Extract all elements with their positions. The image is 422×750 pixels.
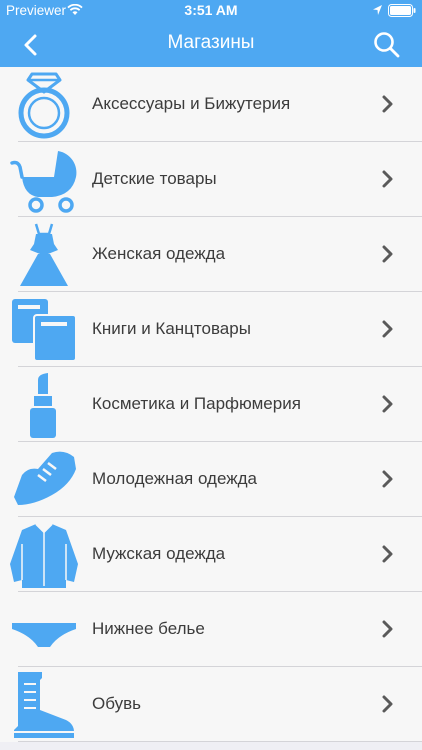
chevron-right-icon [382, 470, 393, 488]
category-row-accessories[interactable]: Аксессуары и Бижутерия [0, 67, 422, 142]
chevron-right-icon [382, 245, 393, 263]
chevron-right-icon [382, 620, 393, 638]
category-label: Мужская одежда [92, 544, 226, 563]
navigation-bar: Магазины [0, 22, 422, 67]
category-row-womens[interactable]: Женская одежда [0, 217, 422, 292]
chevron-right-icon [382, 95, 393, 113]
category-label: Детские товары [92, 169, 217, 188]
category-row-books[interactable]: Книги и Канцтовары [0, 292, 422, 367]
stroller-icon [10, 151, 77, 213]
clock: 3:51 AM [184, 2, 238, 18]
sneaker-icon [14, 451, 76, 505]
category-label: Книги и Канцтовары [92, 319, 251, 338]
chevron-right-icon [382, 170, 393, 188]
category-row-youth[interactable]: Молодежная одежда [0, 442, 422, 517]
category-label: Аксессуары и Бижутерия [92, 94, 291, 113]
category-row-cosmetics[interactable]: Косметика и Парфюмерия [0, 367, 422, 442]
ring-icon [18, 72, 70, 139]
lipstick-icon [30, 373, 56, 438]
header-bar: Previewer 3:51 AM Магазины [0, 0, 422, 67]
category-label: Нижнее белье [92, 619, 205, 638]
search-icon[interactable] [372, 30, 402, 60]
category-label: Косметика и Парфюмерия [92, 394, 301, 413]
dress-icon [20, 223, 68, 286]
category-list: Аксессуары и Бижутерия Детские товары Же… [0, 67, 422, 742]
location-arrow-icon [373, 5, 382, 15]
status-bar: Previewer 3:51 AM [0, 0, 422, 22]
category-row-shoes[interactable]: Обувь [0, 667, 422, 742]
category-label: Женская одежда [92, 244, 226, 263]
chevron-right-icon [382, 395, 393, 413]
category-row-mens[interactable]: Мужская одежда [0, 517, 422, 592]
category-label: Обувь [92, 694, 141, 713]
battery-icon [388, 4, 416, 17]
row-separator [18, 741, 422, 742]
shirt-icon [10, 523, 78, 588]
boot-icon [14, 672, 74, 738]
chevron-right-icon [382, 695, 393, 713]
chevron-right-icon [382, 320, 393, 338]
underwear-icon [12, 623, 76, 647]
chevron-right-icon [382, 545, 393, 563]
page-title: Магазины [167, 32, 255, 53]
category-row-underwear[interactable]: Нижнее белье [0, 592, 422, 667]
category-label: Молодежная одежда [92, 469, 257, 488]
category-row-kids[interactable]: Детские товары [0, 142, 422, 217]
books-icon [12, 299, 77, 362]
